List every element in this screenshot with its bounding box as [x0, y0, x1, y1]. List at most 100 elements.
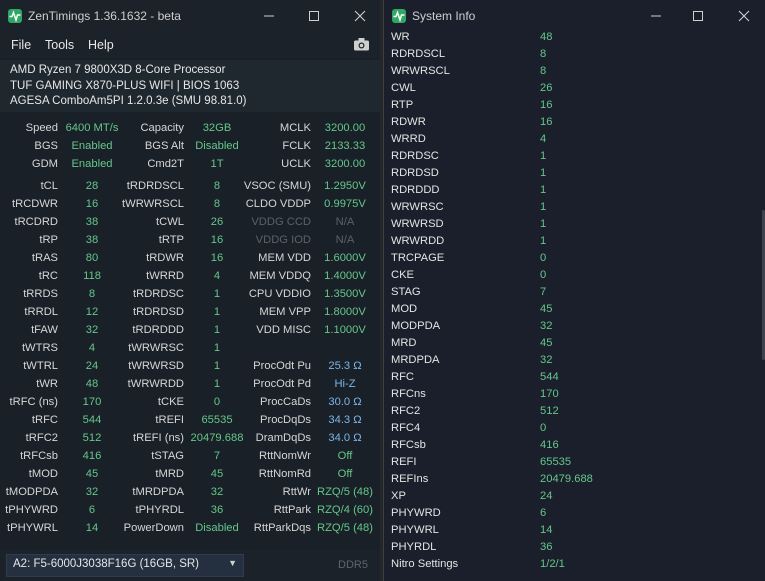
timing-value: 34.0 Ω [328, 432, 362, 444]
list-item: MRDPDA 32 [391, 353, 746, 370]
sysinfo-value: 1 [540, 184, 547, 196]
minimize-icon[interactable] [645, 6, 667, 26]
timing-label: RttNomWr [259, 450, 311, 462]
maximize-icon[interactable] [303, 6, 325, 26]
sysinfo-key: PHYWRL [391, 524, 439, 536]
list-item: PHYRDL 36 [391, 540, 746, 557]
timing-label: tPHYWRL [7, 522, 58, 534]
timing-value: 14 [85, 522, 99, 534]
sysinfo-key: Nitro Settings [391, 558, 459, 570]
timing-value: Disabled [195, 140, 239, 152]
timing-value: 16 [210, 234, 224, 246]
sysinfo-key: RTP [391, 99, 414, 111]
sysinfo-value: 48 [540, 31, 553, 43]
timing-value: 45 [210, 468, 224, 480]
timing-label: DramDqDs [255, 432, 311, 444]
list-item: MODPDA 32 [391, 319, 746, 336]
sysinfo-value: 8 [540, 48, 547, 60]
list-item: WR 48 [391, 30, 746, 47]
sysinfo-titlebar[interactable]: System Info [384, 0, 765, 32]
list-item: CKE 0 [391, 268, 746, 285]
bottom-bar: A2: F5-6000J3038F16G (16GB, SR) ▼ DDR5 [0, 550, 380, 581]
timing-value: 118 [83, 270, 101, 282]
timing-value: 25.3 Ω [328, 360, 362, 372]
sysinfo-key: WRWRDD [391, 235, 445, 247]
sysinfo-value: 0 [540, 422, 547, 434]
timing-value: 36 [210, 504, 224, 516]
sysinfo-value: 45 [540, 337, 553, 349]
timing-value: 544 [82, 414, 102, 426]
timing-label: RttParkDqs [253, 522, 311, 534]
sysinfo-key: WRWRSD [391, 218, 444, 230]
timing-value: 0 [213, 396, 221, 408]
timing-value: 32GB [202, 122, 232, 134]
list-item: Nitro Settings 1/2/1 [391, 557, 746, 574]
list-item: RDRDSC 1 [391, 149, 746, 166]
sysinfo-key: XP [391, 490, 406, 502]
sysinfo-value: 32 [540, 354, 553, 366]
timing-value: 24 [85, 360, 99, 372]
sysinfo-key: TRCPAGE [391, 252, 445, 264]
minimize-icon[interactable] [258, 6, 280, 26]
sysinfo-key: MOD [391, 303, 418, 315]
close-icon[interactable] [349, 6, 371, 26]
sysinfo-value: 24 [540, 490, 553, 502]
timing-value: 4 [88, 342, 96, 354]
timing-label: VDDG CCD [251, 216, 311, 228]
timing-value: 1 [213, 288, 221, 300]
list-item: REFI 65535 [391, 455, 746, 472]
sysinfo-value: 20479.688 [540, 473, 593, 485]
sysinfo-key: WRWRSCL [391, 65, 450, 77]
system-info-window: System Info WR 48 RDRDSCL 8 WRWRSCL 8 CWL 26 RTP… [383, 0, 765, 581]
timing-value: 6 [88, 504, 96, 516]
timing-value: 65535 [201, 414, 233, 426]
timing-value: 1 [213, 306, 221, 318]
menu-help[interactable]: Help [88, 38, 114, 52]
sysinfo-key: WRWRSC [391, 201, 444, 213]
timing-value: 34.3 Ω [328, 414, 362, 426]
timing-value: 1T [210, 158, 224, 170]
maximize-icon[interactable] [687, 6, 709, 26]
timing-value: 28 [85, 180, 99, 192]
timing-label: MEM VDDQ [249, 270, 311, 282]
timing-value: N/A [335, 216, 355, 228]
timing-value: 32 [85, 324, 99, 336]
sysinfo-key: REFI [391, 456, 417, 468]
dimm-select[interactable]: A2: F5-6000J3038F16G (16GB, SR) ▼ [6, 554, 244, 577]
timing-value: Off [337, 468, 353, 480]
timing-label: CLDO VDDP [245, 198, 311, 210]
timing-value: 16 [210, 252, 224, 264]
sysinfo-key: RFC2 [391, 405, 421, 417]
timing-label: tMODPDA [5, 486, 58, 498]
timing-value: RZQ/4 (60) [317, 504, 373, 516]
timing-label: PowerDown [123, 522, 184, 534]
dimm-select-value: A2: F5-6000J3038F16G (16GB, SR) [13, 558, 200, 570]
sysinfo-app-icon [392, 9, 406, 23]
sysinfo-value: 1 [540, 167, 547, 179]
sysinfo-value: 65535 [540, 456, 572, 468]
list-item: PHYWRD 6 [391, 506, 746, 523]
timing-value: 12 [85, 306, 99, 318]
chevron-down-icon: ▼ [228, 558, 237, 568]
list-item: WRWRSC 1 [391, 200, 746, 217]
list-item: RTP 16 [391, 98, 746, 115]
close-icon[interactable] [733, 6, 755, 26]
sysinfo-value: 45 [540, 303, 553, 315]
camera-icon[interactable] [353, 37, 370, 52]
zentimings-titlebar[interactable]: ZenTimings 1.36.1632 - beta [0, 0, 380, 32]
list-item: RDRDSD 1 [391, 166, 746, 183]
sysinfo-key: RFCns [391, 388, 426, 400]
timing-value: 30.0 Ω [328, 396, 362, 408]
timing-value: 1 [213, 342, 221, 354]
sysinfo-key: WRRD [391, 133, 426, 145]
menu-tools[interactable]: Tools [45, 38, 74, 52]
sysinfo-key: RDRDSC [391, 150, 439, 162]
sysinfo-value: 1 [540, 150, 547, 162]
menu-file[interactable]: File [11, 38, 31, 52]
timing-value: 20479.688 [190, 432, 244, 444]
sysinfo-value: 7 [540, 286, 547, 298]
timing-value: 2133.33 [324, 140, 366, 152]
list-item: MOD 45 [391, 302, 746, 319]
list-item: RDWR 16 [391, 115, 746, 132]
list-item: STAG 7 [391, 285, 746, 302]
